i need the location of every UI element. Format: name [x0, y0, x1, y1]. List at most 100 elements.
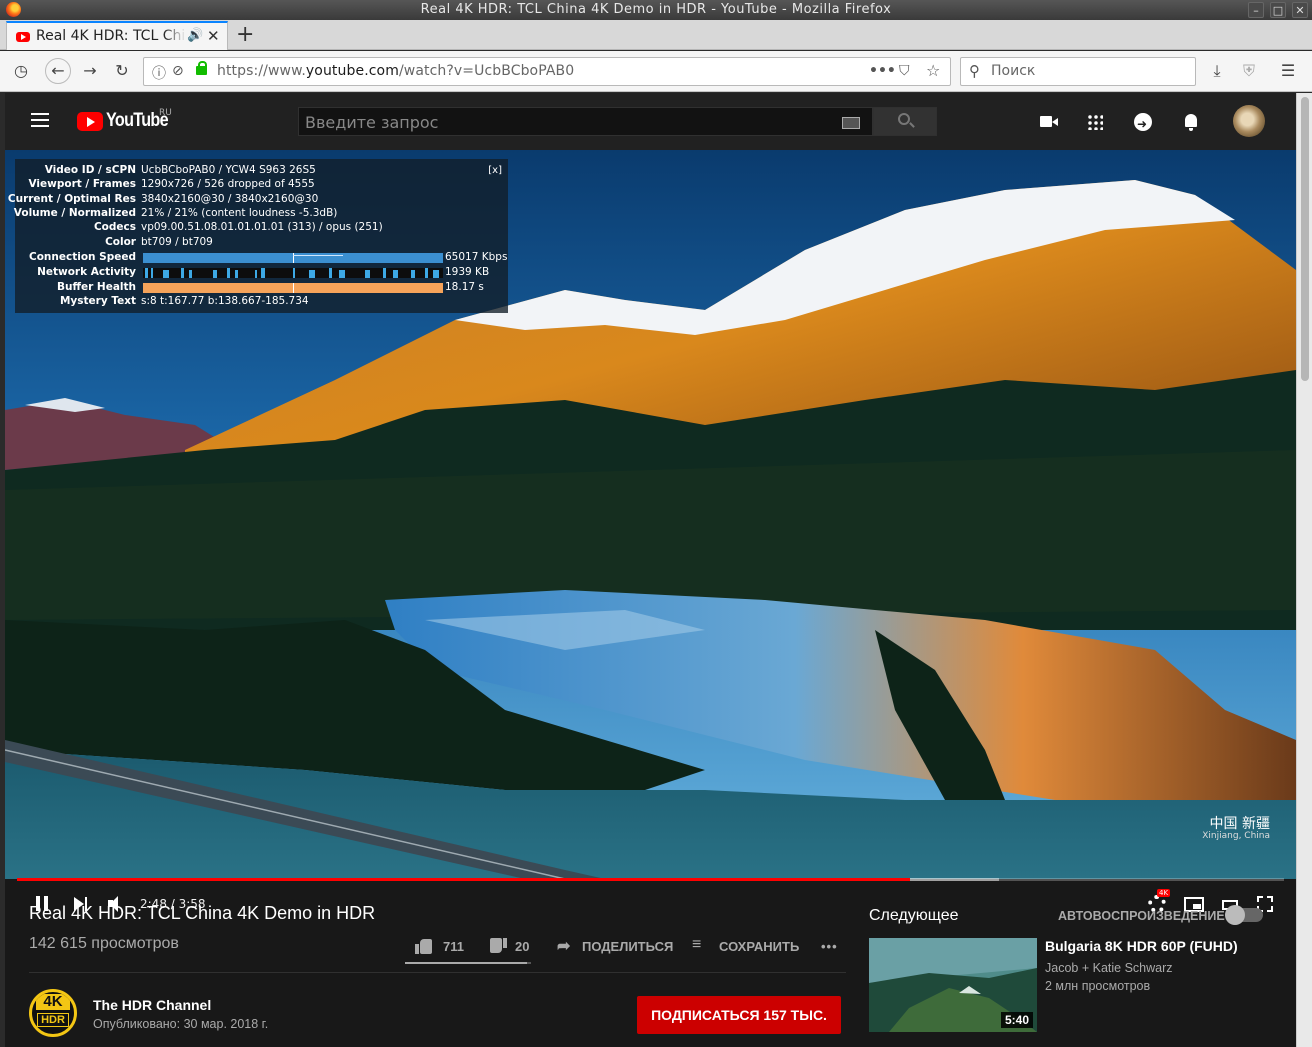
next-video-thumbnail[interactable]: 5:40	[869, 938, 1037, 1032]
search-bar[interactable]: ⚲ Поиск	[960, 57, 1196, 86]
stat-value: 1939 KB	[445, 266, 490, 278]
stat-label: Network Activity	[37, 266, 136, 278]
keyboard-icon[interactable]	[842, 117, 860, 129]
window-titlebar: Real 4K HDR: TCL China 4K Demo in HDR - …	[0, 0, 1312, 20]
autoplay-toggle[interactable]	[1225, 905, 1263, 925]
downloads-icon[interactable]: ⤓	[1206, 60, 1228, 82]
page-actions-icon[interactable]: •••	[869, 63, 896, 79]
stat-value: 1290x726 / 526 dropped of 4555	[141, 178, 315, 190]
close-window-button[interactable]: ✕	[1292, 2, 1308, 18]
stat-label: Viewport / Frames	[28, 178, 136, 190]
youtube-play-logo-icon	[77, 112, 103, 131]
save-label: СОХРАНИТЬ	[719, 939, 800, 954]
subscribe-button[interactable]: ПОДПИСАТЬСЯ 157 ТЫС.	[637, 996, 841, 1034]
stat-value: 18.17 s	[445, 281, 484, 293]
upload-video-icon[interactable]	[1035, 110, 1059, 134]
messages-icon[interactable]	[1131, 110, 1155, 136]
next-video-channel: Jacob + Katie Schwarz	[1045, 961, 1173, 975]
youtube-search-input[interactable]: Введите запрос	[298, 107, 873, 136]
bookmark-star-icon[interactable]: ☆	[926, 61, 940, 80]
up-next-heading: Следующее	[869, 907, 959, 924]
location-watermark: 中国 新疆	[1209, 816, 1270, 832]
site-info-icon[interactable]: ⓘ	[152, 63, 166, 83]
thumbs-down-icon	[489, 938, 507, 954]
browser-tab-youtube[interactable]: Real 4K HDR: TCL China 4K Demo in HDR 🔊 …	[6, 21, 228, 50]
like-ratio-fill	[405, 962, 528, 964]
tab-close-icon[interactable]: ✕	[207, 27, 220, 45]
back-button[interactable]: ←	[45, 58, 71, 84]
autoplay-label: АВТОВОСПРОИЗВЕДЕНИЕ	[1058, 909, 1225, 923]
shield-icon[interactable]: ⛨	[1238, 60, 1260, 82]
like-count: 711	[443, 939, 464, 954]
stat-value: bt709 / bt709	[141, 236, 213, 248]
network-activity-graph	[143, 268, 443, 278]
view-count: 142 615 просмотров	[29, 935, 179, 952]
maximize-window-button[interactable]: □	[1270, 2, 1286, 18]
reload-button[interactable]: ↻	[111, 60, 133, 82]
video-title: Real 4K HDR: TCL China 4K Demo in HDR	[29, 903, 376, 923]
youtube-search-placeholder: Введите запрос	[305, 113, 439, 132]
thumbs-up-icon	[415, 938, 433, 954]
publish-date: Опубликовано: 30 мар. 2018 г.	[93, 1017, 269, 1031]
stat-value: vp09.00.51.08.01.01.01.01 (313) / opus (…	[141, 221, 383, 233]
tab-audio-speaker-icon[interactable]: 🔊	[187, 28, 203, 43]
youtube-page: YouTube RU Введите запрос ➜ [x] Video ID…	[5, 93, 1296, 1047]
dislike-count: 20	[515, 939, 530, 954]
minimize-window-button[interactable]: –	[1248, 2, 1264, 18]
more-actions-icon[interactable]: •••	[821, 939, 838, 954]
stat-value: 65017 Kbps	[445, 251, 508, 263]
seek-bar[interactable]	[17, 878, 1284, 881]
stat-label: Video ID / sCPN	[44, 164, 136, 176]
guide-menu-icon[interactable]	[31, 113, 49, 127]
stat-label: Color	[105, 236, 136, 248]
next-video-duration: 5:40	[1000, 1012, 1033, 1028]
country-code: RU	[159, 108, 172, 118]
location-watermark-subtitle: Xinjiang, China	[1202, 831, 1270, 841]
next-video-title[interactable]: Bulgaria 8K HDR 60P (FUHD)	[1045, 938, 1238, 954]
window-title: Real 4K HDR: TCL China 4K Demo in HDR - …	[420, 2, 892, 17]
navigation-toolbar: ◷ ← → ↻ ⓘ ⊘ https://www.youtube.com/watc…	[0, 51, 1312, 92]
search-icon: ⚲	[969, 62, 980, 80]
youtube-search-button[interactable]	[873, 107, 937, 136]
add-to-playlist-icon: ≡	[692, 936, 702, 953]
autoplay-toggle-knob	[1225, 905, 1245, 925]
like-ratio-bar	[405, 962, 531, 964]
divider	[29, 972, 846, 973]
tab-title: Real 4K HDR: TCL China 4K Demo in HDR	[36, 28, 186, 44]
channel-name[interactable]: The HDR Channel	[93, 997, 211, 1013]
stat-value: 21% / 21% (content loudness -5.3dB)	[141, 207, 338, 219]
url-bar[interactable]: ⓘ ⊘ https://www.youtube.com/watch?v=UcbB…	[143, 57, 951, 86]
stat-value: UcbBCboPAB0 / YCW4 S963 26S5	[141, 164, 316, 176]
apps-grid-icon[interactable]	[1083, 110, 1107, 134]
forward-button[interactable]: →	[79, 60, 101, 82]
tab-strip: Real 4K HDR: TCL China 4K Demo in HDR 🔊 …	[0, 20, 1312, 50]
secure-lock-icon	[196, 61, 207, 75]
search-placeholder: Поиск	[991, 63, 1036, 79]
scrollbar-thumb[interactable]	[1301, 97, 1309, 381]
youtube-masthead: YouTube RU Введите запрос	[5, 93, 1296, 150]
autoplay-blocked-icon[interactable]: ⊘	[172, 63, 184, 79]
stat-value: 3840x2160@30 / 3840x2160@30	[141, 193, 319, 205]
buffer-health-graph	[143, 283, 443, 293]
page-scrollbar[interactable]	[1296, 93, 1312, 1047]
video-player[interactable]: [x] Video ID / sCPN UcbBCboPAB0 / YCW4 S9…	[5, 150, 1296, 879]
history-clock-icon[interactable]: ◷	[10, 60, 32, 82]
notifications-bell-icon[interactable]	[1179, 110, 1203, 134]
next-video-views: 2 млн просмотров	[1045, 979, 1151, 993]
menu-hamburger-icon[interactable]: ☰	[1277, 60, 1299, 82]
stat-label: Volume / Normalized	[13, 207, 136, 219]
url-text: https://www.youtube.com/watch?v=UcbBCboP…	[217, 63, 575, 79]
youtube-favicon-icon	[16, 32, 30, 42]
channel-avatar[interactable]: 4K HDR	[29, 989, 77, 1037]
account-avatar[interactable]	[1233, 105, 1265, 137]
stat-label: Connection Speed	[28, 251, 136, 263]
seek-bar-played	[17, 878, 911, 881]
search-icon	[898, 113, 910, 125]
pocket-icon[interactable]: ⛉	[899, 63, 910, 79]
stat-label: Buffer Health	[56, 281, 136, 293]
channel-avatar-hdr-text: HDR	[37, 1013, 69, 1027]
stat-value: s:8 t:167.77 b:138.667-185.734	[141, 295, 309, 307]
stat-label: Mystery Text	[59, 295, 136, 307]
new-tab-button[interactable]: +	[236, 22, 254, 47]
share-label: ПОДЕЛИТЬСЯ	[582, 939, 674, 954]
